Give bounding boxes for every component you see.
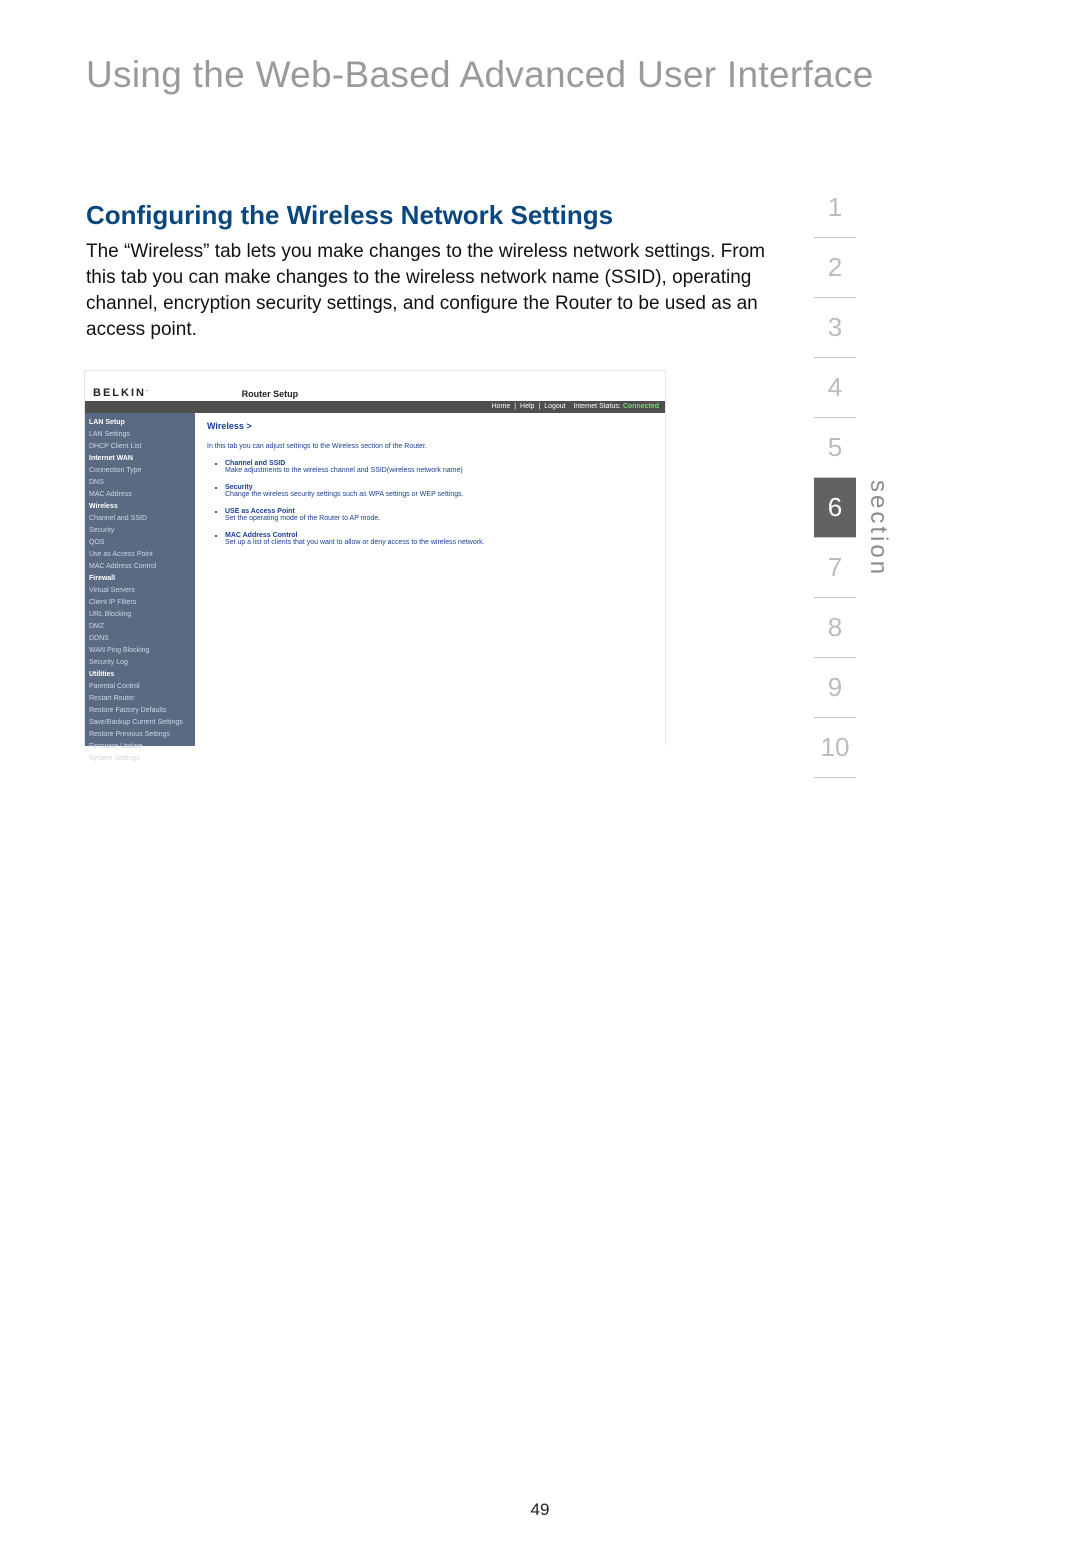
sidebar-item[interactable]: Firmware Update xyxy=(89,741,191,753)
sidebar-item: Firewall xyxy=(89,573,191,585)
bullet-title[interactable]: Security xyxy=(225,484,253,491)
router-header: BELKIN. Router Setup xyxy=(85,371,665,401)
section-nav-item-8[interactable]: 8 xyxy=(814,598,856,658)
bullet-desc: Make adjustments to the wireless channel… xyxy=(225,467,653,474)
sidebar-item: LAN Setup xyxy=(89,417,191,429)
sidebar-item[interactable]: Parental Control xyxy=(89,681,191,693)
internet-status-label: Internet Status: xyxy=(573,403,620,410)
sidebar-item[interactable]: DDNS xyxy=(89,633,191,645)
section-nav-item-4[interactable]: 4 xyxy=(814,358,856,418)
section-nav-item-1[interactable]: 1 xyxy=(814,178,856,238)
sidebar-item[interactable]: DHCP Client List xyxy=(89,441,191,453)
bullet-title[interactable]: USE as Access Point xyxy=(225,508,295,515)
status-home-link[interactable]: Home xyxy=(492,403,511,410)
page-header: Using the Web-Based Advanced User Interf… xyxy=(86,54,874,96)
sidebar-item[interactable]: WAN Ping Blocking xyxy=(89,645,191,657)
page-number: 49 xyxy=(0,1500,1080,1520)
section-nav-item-3[interactable]: 3 xyxy=(814,298,856,358)
router-sidebar: LAN SetupLAN SettingsDHCP Client ListInt… xyxy=(85,413,195,746)
sidebar-item[interactable]: Restore Previous Settings xyxy=(89,729,191,741)
status-logout-link[interactable]: Logout xyxy=(544,403,565,410)
sidebar-item[interactable]: Virtual Servers xyxy=(89,585,191,597)
body-text: The “Wireless” tab lets you make changes… xyxy=(86,239,786,343)
section-nav: 12345678910 xyxy=(814,178,856,778)
breadcrumb: Wireless > xyxy=(207,421,653,431)
sidebar-item[interactable]: Restore Factory Defaults xyxy=(89,705,191,717)
sidebar-item[interactable]: Connection Type xyxy=(89,465,191,477)
router-body: LAN SetupLAN SettingsDHCP Client ListInt… xyxy=(85,413,665,746)
brand-logo-text: BELKIN xyxy=(93,387,146,399)
section-nav-item-6[interactable]: 6 xyxy=(814,478,856,538)
bullet-title[interactable]: Channel and SSID xyxy=(225,460,285,467)
bullet-desc: Set the operating mode of the Router to … xyxy=(225,515,653,522)
section-nav-item-5[interactable]: 5 xyxy=(814,418,856,478)
section-nav-item-10[interactable]: 10 xyxy=(814,718,856,778)
sidebar-item: Utilities xyxy=(89,669,191,681)
list-item: SecurityChange the wireless security set… xyxy=(225,484,653,498)
sidebar-item[interactable]: System Settings xyxy=(89,753,191,765)
router-title: Router Setup xyxy=(242,389,299,399)
bullet-list: Channel and SSIDMake adjustments to the … xyxy=(207,460,653,546)
sidebar-item[interactable]: URL Blocking xyxy=(89,609,191,621)
sidebar-item[interactable]: QOS xyxy=(89,537,191,549)
bullet-desc: Set up a list of clients that you want t… xyxy=(225,539,653,546)
sidebar-item[interactable]: Client IP Filters xyxy=(89,597,191,609)
sidebar-item[interactable]: Security xyxy=(89,525,191,537)
list-item: Channel and SSIDMake adjustments to the … xyxy=(225,460,653,474)
sidebar-item[interactable]: Restart Router xyxy=(89,693,191,705)
sidebar-item[interactable]: Save/Backup Current Settings xyxy=(89,717,191,729)
sidebar-item[interactable]: MAC Address xyxy=(89,489,191,501)
sidebar-item[interactable]: Use as Access Point xyxy=(89,549,191,561)
sidebar-item[interactable]: MAC Address Control xyxy=(89,561,191,573)
router-statusbar: Home | Help | Logout Internet Status: Co… xyxy=(85,401,665,413)
sidebar-item: Wireless xyxy=(89,501,191,513)
bullet-desc: Change the wireless security settings su… xyxy=(225,491,653,498)
section-nav-item-7[interactable]: 7 xyxy=(814,538,856,598)
section-nav-item-2[interactable]: 2 xyxy=(814,238,856,298)
status-help-link[interactable]: Help xyxy=(520,403,534,410)
sidebar-item[interactable]: Security Log xyxy=(89,657,191,669)
sidebar-item[interactable]: DNS xyxy=(89,477,191,489)
sidebar-item: Internet WAN xyxy=(89,453,191,465)
sidebar-item[interactable]: DMZ xyxy=(89,621,191,633)
section-label: section xyxy=(864,480,892,577)
bullet-title[interactable]: MAC Address Control xyxy=(225,532,297,539)
router-ui-screenshot: BELKIN. Router Setup Home | Help | Logou… xyxy=(84,370,666,745)
list-item: MAC Address ControlSet up a list of clie… xyxy=(225,532,653,546)
section-nav-item-9[interactable]: 9 xyxy=(814,658,856,718)
brand-logo-sub: . xyxy=(146,387,150,393)
brand-logo: BELKIN. xyxy=(93,387,150,399)
router-main: Wireless > In this tab you can adjust se… xyxy=(195,413,665,746)
sidebar-item[interactable]: LAN Settings xyxy=(89,429,191,441)
main-description: In this tab you can adjust settings to t… xyxy=(207,443,653,450)
separator: | xyxy=(512,403,518,410)
separator: | xyxy=(536,403,542,410)
list-item: USE as Access PointSet the operating mod… xyxy=(225,508,653,522)
sidebar-item[interactable]: Channel and SSID xyxy=(89,513,191,525)
section-title: Configuring the Wireless Network Setting… xyxy=(86,200,613,231)
internet-status-value: Connected xyxy=(623,403,659,410)
